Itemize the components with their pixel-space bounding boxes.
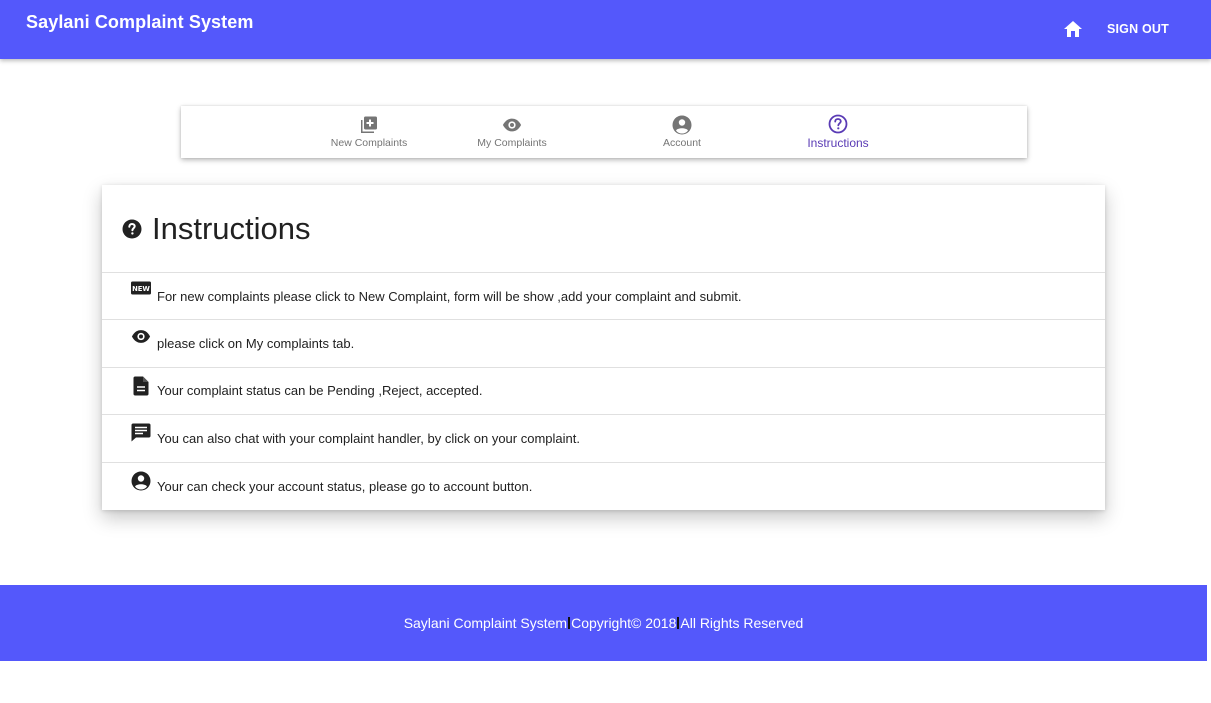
instruction-text: Your complaint status can be Pending ,Re… <box>157 383 483 399</box>
instruction-text: You can also chat with your complaint ha… <box>157 430 580 446</box>
instruction-text: For new complaints please click to New C… <box>157 288 742 304</box>
tab-my-complaints[interactable]: My Complaints <box>437 106 587 158</box>
document-icon <box>131 376 151 398</box>
tab-label: My Complaints <box>477 137 547 149</box>
footer-brand: Saylani Complaint System <box>403 615 568 631</box>
sign-out-button[interactable]: SIGN OUT <box>1105 18 1171 40</box>
tab-label: New Complaints <box>330 137 408 149</box>
new-badge-icon: NEW <box>131 281 151 303</box>
page-title: Instructions <box>152 210 311 246</box>
eye-icon <box>502 115 522 135</box>
question-circle-icon <box>122 219 142 239</box>
account-circle-icon <box>672 115 692 135</box>
tab-label: Instructions <box>807 136 869 150</box>
account-circle-icon <box>131 471 151 493</box>
tab-account[interactable]: Account <box>607 106 757 158</box>
instruction-text: please click on My complaints tab. <box>157 336 355 352</box>
list-item: NEW For new complaints please click to N… <box>102 273 1105 321</box>
list-item: You can also chat with your complaint ha… <box>102 415 1105 463</box>
help-outline-icon <box>828 114 848 134</box>
list-item: Your can check your account status, plea… <box>102 463 1105 510</box>
appbar-actions: SIGN OUT <box>1061 17 1171 41</box>
tab-instructions[interactable]: Instructions <box>763 106 913 158</box>
app-bar: Saylani Complaint System SIGN OUT <box>0 0 1211 59</box>
footer: Saylani Complaint System Copyright© 2018 A… <box>0 585 1207 661</box>
list-item: Your complaint status can be Pending ,Re… <box>102 368 1105 416</box>
eye-icon <box>131 329 151 351</box>
tab-label: Account <box>663 137 701 149</box>
instruction-text: Your can check your account status, plea… <box>157 478 533 494</box>
chat-icon <box>131 423 151 445</box>
app-title: Saylani Complaint System <box>26 12 254 32</box>
footer-divider <box>677 617 680 629</box>
home-icon[interactable] <box>1061 17 1085 41</box>
svg-text:NEW: NEW <box>132 285 150 293</box>
instructions-card: Instructions NEW For new complaints plea… <box>102 185 1105 510</box>
footer-divider <box>568 617 571 629</box>
tab-new-complaints[interactable]: New Complaints <box>294 106 444 158</box>
add-box-icon <box>359 115 379 135</box>
list-item: please click on My complaints tab. <box>102 320 1105 368</box>
footer-rights: All Rights Reserved <box>680 615 804 631</box>
tab-bar: New Complaints My Complaints Account Ins… <box>181 106 1027 158</box>
footer-copyright: Copyright© 2018 <box>571 615 677 631</box>
card-header: Instructions <box>102 185 1105 273</box>
